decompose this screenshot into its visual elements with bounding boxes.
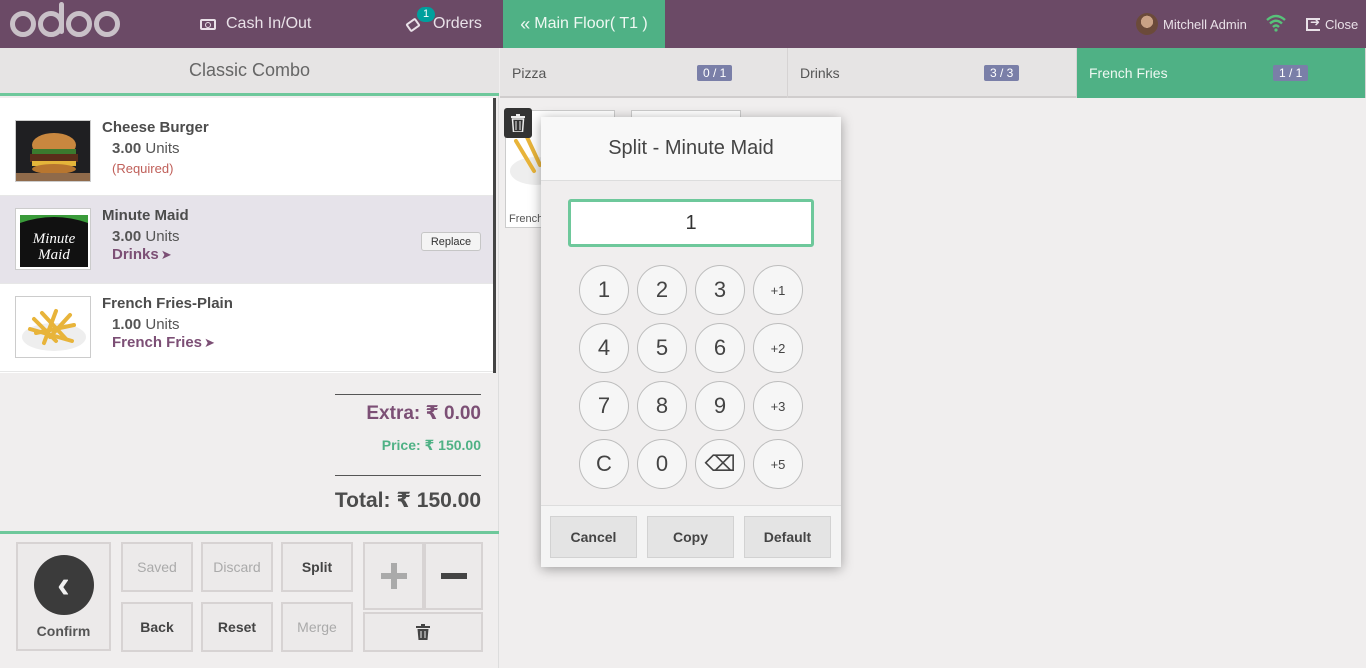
minute-maid-image: Minute Maid <box>15 208 91 270</box>
combo-line-cheese-burger[interactable]: Cheese Burger 3.00 Units (Required) <box>0 108 493 196</box>
cheese-burger-image <box>15 120 91 182</box>
split-button[interactable]: Split <box>281 542 353 592</box>
tag-icon: 1 <box>405 7 436 34</box>
quantity-input[interactable]: 1 <box>568 199 814 247</box>
line-category[interactable]: French Fries ➤ <box>112 334 215 351</box>
dialog-footer: Cancel Copy Default <box>541 505 841 567</box>
combo-title: Classic Combo <box>0 48 499 96</box>
decrement-button[interactable] <box>424 542 483 610</box>
key-1[interactable]: 1 <box>579 265 629 315</box>
cancel-button[interactable]: Cancel <box>550 516 637 558</box>
key-2[interactable]: 2 <box>637 265 687 315</box>
cash-in-out-button[interactable]: Cash In/Out <box>200 0 311 48</box>
line-name: French Fries-Plain <box>102 295 233 312</box>
tab-count: 1 / 1 <box>1273 65 1309 81</box>
key-plus-1[interactable]: +1 <box>753 265 803 315</box>
confirm-label: Confirm <box>36 623 91 639</box>
chevron-left-icon: ‹ <box>33 555 94 615</box>
tab-label: French Fries <box>1089 65 1168 81</box>
cash-icon <box>200 18 216 30</box>
user-name: Mitchell Admin <box>1163 16 1247 32</box>
line-name: Cheese Burger <box>102 119 209 136</box>
divider <box>0 531 499 534</box>
tab-drinks[interactable]: Drinks 3 / 3 <box>788 48 1077 98</box>
svg-text:Maid: Maid <box>37 247 70 263</box>
divider <box>335 394 481 395</box>
delete-line-button[interactable] <box>363 612 483 652</box>
minus-icon <box>440 573 467 579</box>
key-plus-5[interactable]: +5 <box>753 439 803 489</box>
line-qty: 3.00 Units <box>112 228 180 245</box>
close-button[interactable]: Close <box>1306 0 1358 48</box>
extra-amount: Extra: ₹ 0.00 <box>366 403 481 424</box>
orders-button[interactable]: 1 Orders <box>405 0 482 48</box>
divider <box>335 475 481 476</box>
user-menu[interactable]: Mitchell Admin <box>1136 0 1247 48</box>
back-button[interactable]: Back <box>121 602 193 652</box>
orders-label: Orders <box>433 15 482 32</box>
tab-label: Pizza <box>512 65 547 81</box>
key-6[interactable]: 6 <box>695 323 745 373</box>
cash-label: Cash In/Out <box>226 15 312 32</box>
tab-count: 0 / 1 <box>697 65 733 81</box>
line-name: Minute Maid <box>102 207 189 224</box>
key-9[interactable]: 9 <box>695 381 745 431</box>
required-note: (Required) <box>112 161 174 176</box>
default-button[interactable]: Default <box>744 516 831 558</box>
key-8[interactable]: 8 <box>637 381 687 431</box>
combo-line-french-fries[interactable]: French Fries-Plain 1.00 Units French Fri… <box>0 284 493 372</box>
product-card-label: French <box>509 213 544 225</box>
key-0[interactable]: 0 <box>637 439 687 489</box>
svg-text:Minute: Minute <box>32 231 76 247</box>
copy-button[interactable]: Copy <box>647 516 734 558</box>
confirm-button[interactable]: ‹ Confirm <box>16 542 111 651</box>
key-4[interactable]: 4 <box>579 323 629 373</box>
tab-label: Drinks <box>800 65 840 81</box>
key-plus-3[interactable]: +3 <box>753 381 803 431</box>
key-3[interactable]: 3 <box>695 265 745 315</box>
combo-totals: Extra: ₹ 0.00 Price: ₹ 150.00 Total: ₹ 1… <box>0 374 499 529</box>
wifi-icon <box>1266 14 1286 32</box>
sign-out-icon <box>1306 15 1320 31</box>
discard-button[interactable]: Discard <box>201 542 273 592</box>
split-dialog: Split - Minute Maid 1 1 2 3 +1 4 5 6 +2 … <box>541 117 841 567</box>
backspace-icon[interactable]: ⌫ <box>695 439 745 489</box>
avatar <box>1136 13 1158 35</box>
french-fries-image <box>15 296 91 358</box>
location-arrow-icon: ➤ <box>204 334 215 350</box>
key-5[interactable]: 5 <box>637 323 687 373</box>
top-bar: Cash In/Out 1 Orders « Main Floor( T1 ) … <box>0 0 1366 48</box>
reset-button[interactable]: Reset <box>201 602 273 652</box>
merge-button[interactable]: Merge <box>281 602 353 652</box>
combo-line-minute-maid[interactable]: Minute Maid Minute Maid 3.00 Units Drink… <box>0 196 493 284</box>
odoo-logo <box>10 2 120 44</box>
line-category[interactable]: Drinks ➤ <box>112 246 172 263</box>
combo-panel: Classic Combo Cheese Burger 3.00 Units (… <box>0 48 499 668</box>
key-clear[interactable]: C <box>579 439 629 489</box>
trash-icon[interactable] <box>504 108 532 138</box>
category-tabs: Pizza 0 / 1 Drinks 3 / 3 French Fries 1 … <box>500 48 1366 98</box>
price-amount: Price: ₹ 150.00 <box>381 437 481 453</box>
orders-count-badge: 1 <box>417 7 436 22</box>
floor-label: Main Floor( T1 ) <box>534 15 648 32</box>
double-chevron-left-icon: « <box>520 13 531 34</box>
tab-french-fries[interactable]: French Fries 1 / 1 <box>1077 48 1366 98</box>
key-7[interactable]: 7 <box>579 381 629 431</box>
replace-button[interactable]: Replace <box>421 232 481 251</box>
line-qty: 1.00 Units <box>112 316 180 333</box>
total-amount: Total: ₹ 150.00 <box>334 489 481 512</box>
increment-button[interactable] <box>363 542 424 610</box>
saved-button[interactable]: Saved <box>121 542 193 592</box>
tab-pizza[interactable]: Pizza 0 / 1 <box>500 48 788 98</box>
key-plus-2[interactable]: +2 <box>753 323 803 373</box>
dialog-title: Split - Minute Maid <box>541 117 841 181</box>
floor-button[interactable]: « Main Floor( T1 ) <box>503 0 665 48</box>
line-qty: 3.00 Units <box>112 140 180 157</box>
plus-icon <box>380 563 407 589</box>
combo-lines: Cheese Burger 3.00 Units (Required) Minu… <box>0 98 496 373</box>
location-arrow-icon: ➤ <box>160 246 172 262</box>
trash-icon <box>416 624 430 640</box>
close-label: Close <box>1325 16 1359 32</box>
tab-count: 3 / 3 <box>984 65 1020 81</box>
